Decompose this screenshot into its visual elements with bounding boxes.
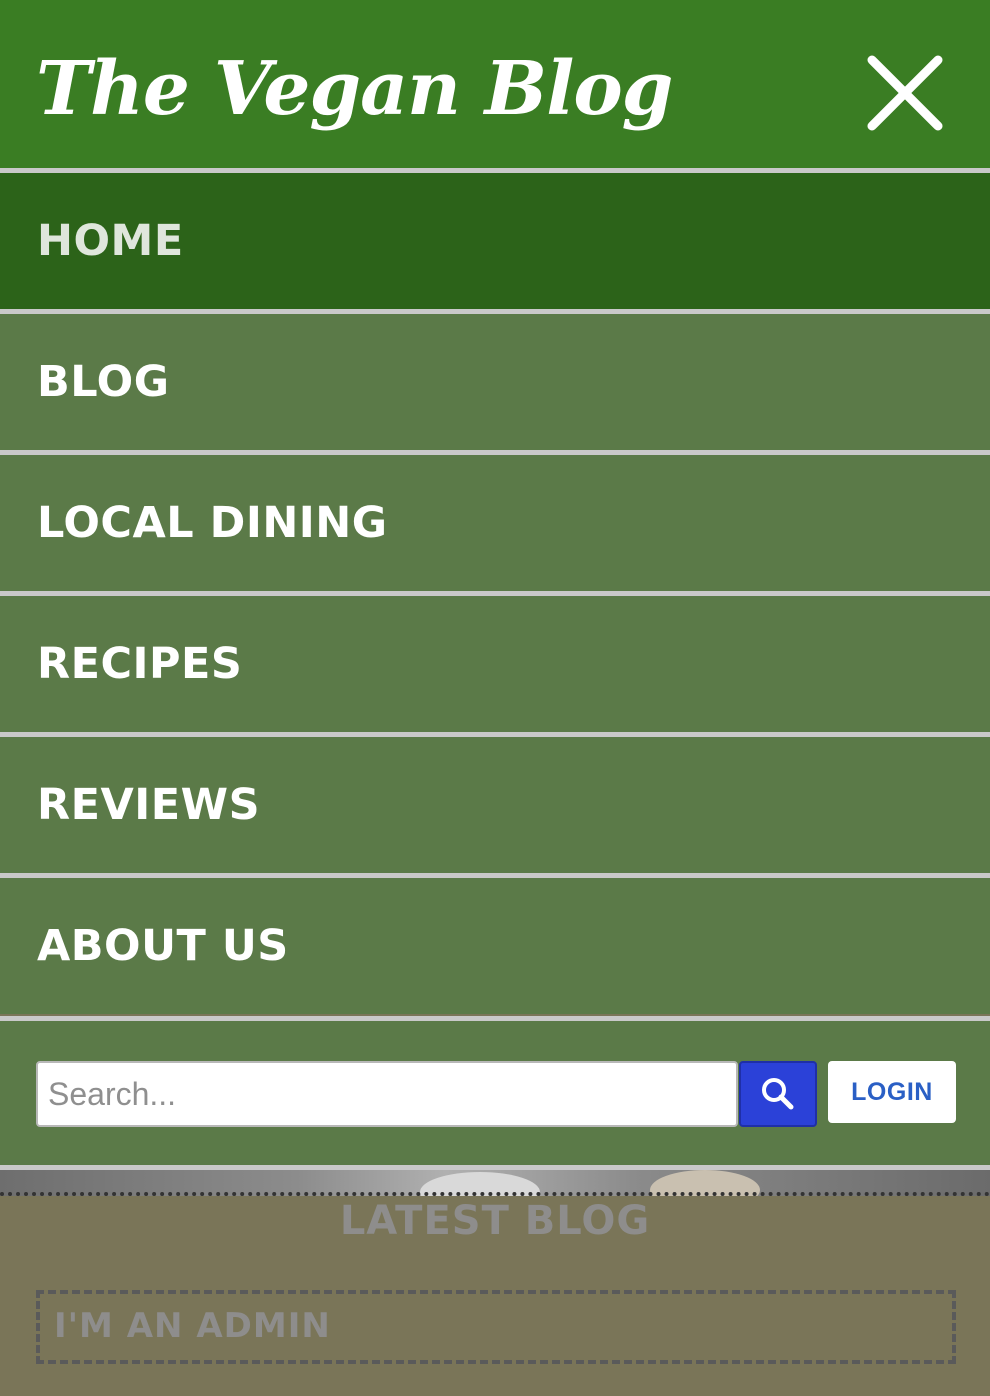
- nav-item-home[interactable]: HOME: [0, 168, 990, 309]
- main-nav-menu: HOME BLOG LOCAL DINING RECIPES REVIEWS A…: [0, 168, 990, 1014]
- site-logo[interactable]: The Vegan Blog: [36, 44, 673, 134]
- close-menu-button[interactable]: [862, 52, 950, 140]
- nav-item-label: LOCAL DINING: [37, 498, 388, 548]
- nav-item-label: ABOUT US: [37, 921, 289, 971]
- search-input[interactable]: [36, 1061, 738, 1127]
- search-bar: LOGIN: [0, 1016, 990, 1170]
- nav-item-about-us[interactable]: ABOUT US: [0, 873, 990, 1014]
- nav-item-reviews[interactable]: REVIEWS: [0, 732, 990, 873]
- nav-item-local-dining[interactable]: LOCAL DINING: [0, 450, 990, 591]
- main-content: LATEST BLOG I'M AN ADMIN: [0, 1196, 990, 1396]
- nav-item-label: BLOG: [37, 357, 170, 407]
- nav-item-label: REVIEWS: [37, 780, 261, 830]
- nav-item-blog[interactable]: BLOG: [0, 309, 990, 450]
- search-button[interactable]: [739, 1061, 817, 1127]
- admin-notice-box: I'M AN ADMIN: [36, 1290, 956, 1364]
- nav-item-label: RECIPES: [37, 639, 243, 689]
- page: The Vegan Blog HOME BLOG LOCAL DINING RE…: [0, 0, 990, 1396]
- search-icon: [762, 1078, 794, 1110]
- close-icon: [867, 55, 943, 131]
- section-title: LATEST BLOG: [339, 1198, 651, 1244]
- nav-item-recipes[interactable]: RECIPES: [0, 591, 990, 732]
- nav-item-label: HOME: [37, 216, 184, 266]
- site-header: The Vegan Blog: [0, 0, 990, 168]
- login-button[interactable]: LOGIN: [828, 1061, 956, 1123]
- admin-notice-text: I'M AN ADMIN: [54, 1306, 331, 1346]
